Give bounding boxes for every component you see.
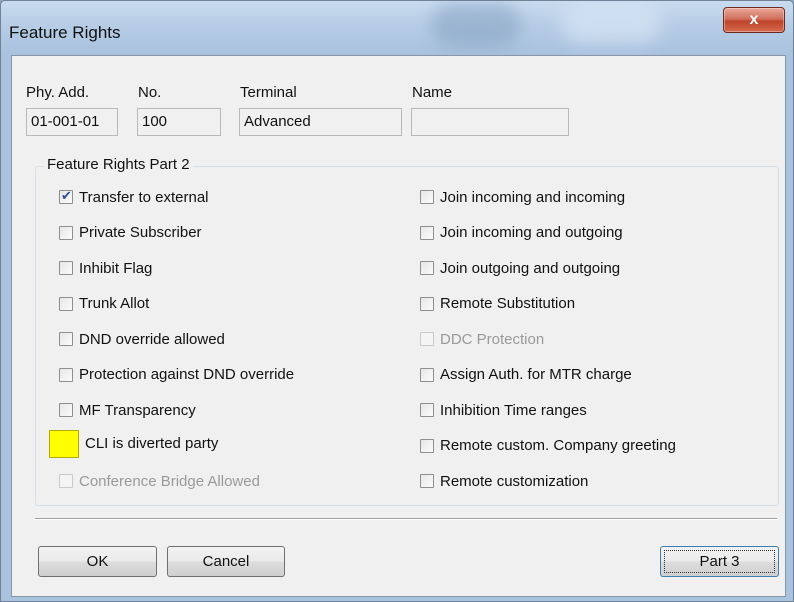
- checkbox-remote-custom-company-greeting[interactable]: Remote custom. Company greeting: [420, 434, 676, 458]
- phy-add-label: Phy. Add.: [26, 84, 90, 101]
- window-title: Feature Rights: [9, 23, 121, 42]
- terminal-field: Advanced: [239, 108, 402, 136]
- checkbox-box[interactable]: [420, 225, 434, 240]
- separator: [35, 518, 777, 520]
- checkbox-box[interactable]: [420, 367, 434, 382]
- checkbox-label: DDC Protection: [440, 330, 545, 348]
- checkmark-icon[interactable]: [59, 188, 73, 204]
- dialog-client-area: Phy. Add. No. Terminal Name 01-001-01 10…: [11, 55, 786, 597]
- checkbox-label: Remote custom. Company greeting: [440, 437, 676, 454]
- checkbox-box[interactable]: [59, 225, 73, 240]
- checkbox-label: DND override allowed: [79, 330, 225, 348]
- checkbox-label: Remote Substitution: [440, 295, 576, 312]
- checkbox-private-subscriber[interactable]: Private Subscriber: [59, 221, 202, 245]
- checkbox-box[interactable]: [59, 332, 73, 346]
- checkbox-join-incoming-and-incoming[interactable]: Join incoming and incoming: [420, 185, 625, 209]
- checkbox-assign-auth-for-mtr-charge[interactable]: Assign Auth. for MTR charge: [420, 363, 632, 387]
- checkbox-label: Private Subscriber: [79, 224, 202, 241]
- checkbox-label: CLI is diverted party: [85, 435, 219, 452]
- checkbox-cli-is-diverted-party[interactable]: CLI is diverted party: [49, 429, 219, 458]
- part3-button[interactable]: Part 3: [660, 546, 779, 577]
- checkbox-box[interactable]: [49, 429, 79, 458]
- checkbox-dnd-override-allowed[interactable]: DND override allowed: [59, 327, 225, 351]
- checkbox-conference-bridge-allowed: Conference Bridge Allowed: [59, 469, 260, 493]
- close-icon: x: [749, 11, 759, 28]
- phy-add-field: 01-001-01: [26, 108, 118, 136]
- checkbox-box: [59, 474, 73, 488]
- name-field: [411, 108, 569, 136]
- feature-rights-part2-group: Feature Rights Part 2 Transfer to extern…: [35, 156, 779, 506]
- no-label: No.: [138, 84, 162, 101]
- checkbox-box[interactable]: [420, 438, 434, 453]
- no-field: 100: [137, 108, 221, 136]
- checkbox-inhibition-time-ranges[interactable]: Inhibition Time ranges: [420, 398, 587, 422]
- checkbox-box[interactable]: [420, 474, 434, 488]
- close-button[interactable]: x: [723, 7, 785, 33]
- checkbox-label: Trunk Allot: [79, 295, 150, 312]
- ok-button[interactable]: OK: [38, 546, 157, 577]
- checkbox-box: [420, 332, 434, 346]
- checkbox-label: Conference Bridge Allowed: [79, 472, 260, 490]
- feature-rights-window: Feature Rights x Phy. Add. No. Terminal …: [0, 0, 794, 602]
- checkbox-join-incoming-and-outgoing[interactable]: Join incoming and outgoing: [420, 221, 623, 245]
- checkbox-label: Inhibit Flag: [79, 259, 153, 277]
- checkbox-trunk-allot[interactable]: Trunk Allot: [59, 292, 149, 316]
- checkbox-box[interactable]: [59, 403, 73, 417]
- checkbox-label: Inhibition Time ranges: [440, 401, 587, 419]
- checkbox-protection-against-dnd-override[interactable]: Protection against DND override: [59, 363, 294, 387]
- checkbox-inhibit-flag[interactable]: Inhibit Flag: [59, 256, 152, 280]
- checkbox-label: Transfer to external: [79, 188, 209, 206]
- checkbox-box[interactable]: [59, 367, 73, 382]
- terminal-label: Terminal: [240, 84, 297, 101]
- checkbox-label: Protection against DND override: [79, 366, 295, 383]
- checkbox-box[interactable]: [59, 261, 73, 275]
- checkbox-mf-transparency[interactable]: MF Transparency: [59, 398, 196, 422]
- checkbox-ddc-protection: DDC Protection: [420, 327, 544, 351]
- checkbox-label: Join outgoing and outgoing: [440, 259, 621, 277]
- cancel-button[interactable]: Cancel: [167, 546, 285, 577]
- checkbox-label: Assign Auth. for MTR charge: [440, 366, 632, 383]
- checkbox-label: Remote customization: [440, 472, 589, 490]
- checkbox-box[interactable]: [420, 190, 434, 204]
- name-label: Name: [412, 84, 453, 101]
- checkbox-transfer-to-external[interactable]: Transfer to external: [59, 185, 209, 209]
- checkbox-join-outgoing-and-outgoing[interactable]: Join outgoing and outgoing: [420, 256, 620, 280]
- title-bar[interactable]: Feature Rights x: [1, 1, 793, 55]
- checkbox-box[interactable]: [420, 261, 434, 275]
- checkbox-label: MF Transparency: [79, 401, 196, 419]
- checkbox-label: Join incoming and outgoing: [440, 224, 623, 241]
- checkbox-box[interactable]: [59, 296, 73, 311]
- checkbox-box[interactable]: [420, 403, 434, 417]
- group-title: Feature Rights Part 2: [44, 156, 193, 173]
- checkbox-box[interactable]: [420, 296, 434, 311]
- checkbox-label: Join incoming and incoming: [440, 188, 626, 206]
- checkbox-remote-substitution[interactable]: Remote Substitution: [420, 292, 575, 316]
- checkbox-remote-customization[interactable]: Remote customization: [420, 469, 588, 493]
